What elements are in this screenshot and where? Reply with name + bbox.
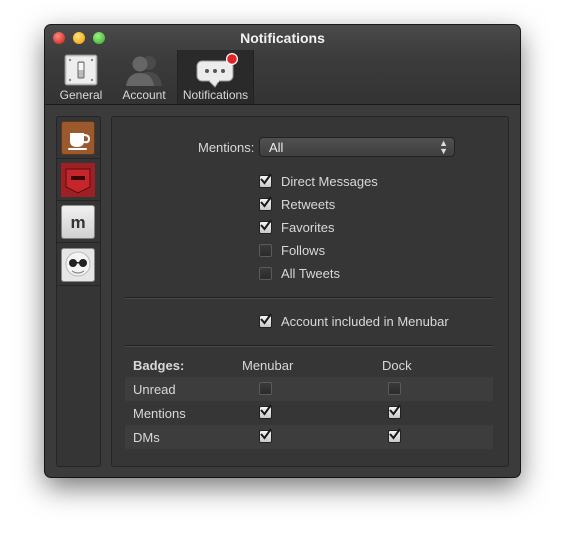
mentions-row-label: Mentions xyxy=(133,406,186,421)
menubar-column-header: Menubar xyxy=(242,358,294,373)
dms-dock-checkbox[interactable] xyxy=(388,428,401,443)
menubar-account-label: Account included in Menubar xyxy=(281,314,449,329)
mentions-select[interactable]: All ▲ ▼ xyxy=(259,137,455,157)
banner-icon xyxy=(61,163,95,197)
all-tweets-label: All Tweets xyxy=(281,266,341,281)
follows-label: Follows xyxy=(281,243,326,258)
toolbar-general[interactable]: General xyxy=(45,50,117,104)
checkmark-icon xyxy=(260,313,272,325)
letter-m-icon: m xyxy=(70,213,85,232)
switch-icon xyxy=(64,54,98,86)
follows-checkbox[interactable] xyxy=(259,244,272,257)
table-row: Mentions xyxy=(125,401,493,425)
checkmark-icon xyxy=(260,404,272,416)
unread-menubar-checkbox[interactable] xyxy=(259,382,272,395)
table-row: Unread xyxy=(125,377,493,401)
toolbar-account-label: Account xyxy=(122,88,166,102)
notifications-panel: Mentions: All ▲ ▼ Direct Messages Retweet… xyxy=(111,116,509,467)
toolbar-general-label: General xyxy=(59,88,103,102)
checkmark-icon xyxy=(389,404,401,416)
dms-menubar-checkbox[interactable] xyxy=(259,428,272,443)
sunglasses-face-avatar-icon[interactable] xyxy=(61,248,95,282)
speech-bubble-icon xyxy=(196,53,238,88)
checkmark-icon xyxy=(260,428,272,440)
checkmark-icon xyxy=(260,196,272,208)
coffee-cup-avatar-icon[interactable] xyxy=(61,121,95,155)
coffee-cup-icon xyxy=(68,133,91,150)
account-sidebar: m xyxy=(56,116,101,467)
toolbar-notifications[interactable]: Notifications xyxy=(177,50,254,104)
unread-dock-checkbox[interactable] xyxy=(388,382,401,395)
badges-header: Badges: xyxy=(133,358,185,373)
mentions-dock-checkbox[interactable] xyxy=(388,404,401,419)
checkmark-icon xyxy=(260,219,272,231)
divider xyxy=(125,297,493,298)
table-row: DMs xyxy=(125,425,493,449)
checkmark-icon xyxy=(389,428,401,440)
window-title: Notifications xyxy=(240,30,325,46)
direct-messages-checkbox[interactable] xyxy=(259,173,272,188)
retweets-label: Retweets xyxy=(281,197,336,212)
preferences-window: Notifications General Account Notificati… xyxy=(45,25,520,477)
sunglasses-face-icon xyxy=(65,251,91,277)
titlebar: Notifications General Account Notificati… xyxy=(45,25,520,105)
dms-row-label: DMs xyxy=(133,430,160,445)
mentions-label: Mentions: xyxy=(198,140,255,155)
svg-text:m: m xyxy=(70,213,85,232)
divider xyxy=(125,345,493,346)
favorites-checkbox[interactable] xyxy=(259,219,272,234)
checkmark-icon xyxy=(260,173,272,185)
users-icon xyxy=(126,56,162,86)
mentions-menubar-checkbox[interactable] xyxy=(259,404,272,419)
red-banner-avatar-icon[interactable] xyxy=(61,163,95,197)
toolbar-notifications-label: Notifications xyxy=(182,88,249,102)
menubar-account-checkbox[interactable] xyxy=(259,313,272,328)
unread-row-label: Unread xyxy=(133,382,176,397)
letter-m-avatar-icon[interactable]: m xyxy=(61,205,95,239)
mentions-select-value: All xyxy=(269,140,284,155)
toolbar-account[interactable]: Account xyxy=(108,50,180,104)
direct-messages-label: Direct Messages xyxy=(281,174,378,189)
dock-column-header: Dock xyxy=(382,358,412,373)
retweets-checkbox[interactable] xyxy=(259,196,272,211)
select-arrows-icon: ▲ ▼ xyxy=(439,138,448,156)
favorites-label: Favorites xyxy=(281,220,335,235)
all-tweets-checkbox[interactable] xyxy=(259,267,272,280)
